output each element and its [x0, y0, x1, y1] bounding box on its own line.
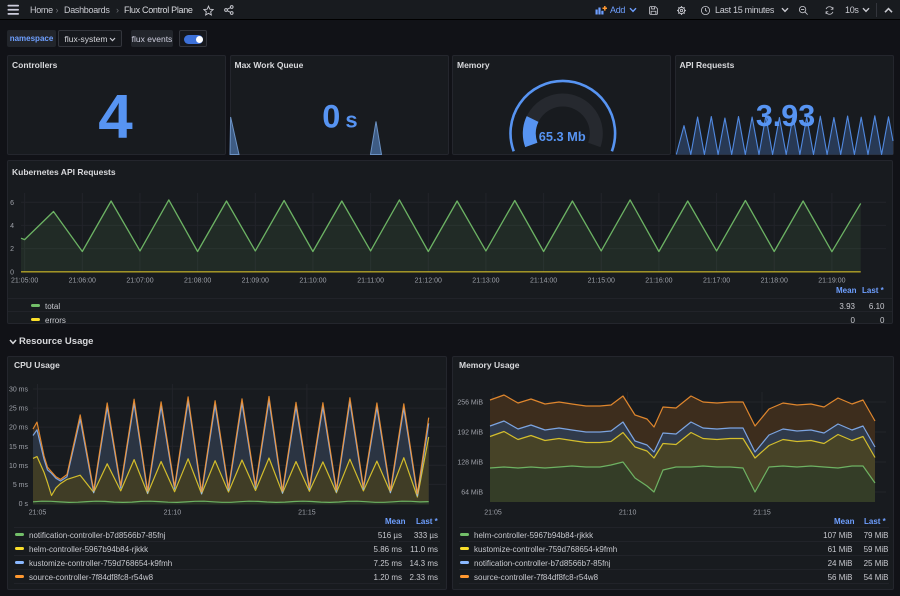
svg-text:20 ms: 20 ms: [9, 425, 29, 432]
svg-text:21:13:00: 21:13:00: [472, 278, 499, 285]
svg-text:5 ms: 5 ms: [13, 482, 29, 489]
svg-text:21:07:00: 21:07:00: [126, 278, 153, 285]
svg-text:2: 2: [10, 246, 14, 253]
svg-text:21:11:00: 21:11:00: [357, 278, 384, 285]
svg-text:21:15: 21:15: [753, 510, 771, 517]
svg-text:128 MiB: 128 MiB: [457, 460, 483, 467]
svg-text:21:16:00: 21:16:00: [645, 278, 672, 285]
svg-text:21:10:00: 21:10:00: [299, 278, 326, 285]
svg-text:25 ms: 25 ms: [9, 406, 29, 413]
svg-text:10 ms: 10 ms: [9, 463, 29, 470]
svg-text:21:08:00: 21:08:00: [184, 278, 211, 285]
svg-text:21:17:00: 21:17:00: [703, 278, 730, 285]
svg-text:21:05: 21:05: [29, 510, 47, 517]
svg-text:21:05: 21:05: [484, 510, 502, 517]
svg-text:0s: 0s: [322, 98, 357, 134]
svg-text:4: 4: [10, 223, 14, 230]
svg-text:21:06:00: 21:06:00: [69, 278, 96, 285]
svg-text:21:10: 21:10: [164, 510, 182, 517]
svg-text:21:19:00: 21:19:00: [818, 278, 845, 285]
svg-text:256 MiB: 256 MiB: [457, 400, 483, 407]
svg-text:21:18:00: 21:18:00: [761, 278, 788, 285]
svg-text:21:10: 21:10: [619, 510, 637, 517]
svg-text:15 ms: 15 ms: [9, 444, 29, 451]
svg-text:21:15: 21:15: [298, 510, 316, 517]
svg-text:21:14:00: 21:14:00: [530, 278, 557, 285]
svg-text:6: 6: [10, 200, 14, 207]
svg-text:3.93: 3.93: [756, 99, 815, 133]
svg-text:30 ms: 30 ms: [9, 387, 29, 394]
svg-text:21:09:00: 21:09:00: [242, 278, 269, 285]
svg-text:0 s: 0 s: [19, 501, 29, 508]
svg-text:64 MiB: 64 MiB: [461, 490, 483, 497]
svg-text:21:05:00: 21:05:00: [11, 278, 38, 285]
svg-text:4: 4: [98, 82, 133, 151]
svg-text:192 MiB: 192 MiB: [457, 430, 483, 437]
svg-text:21:15:00: 21:15:00: [588, 278, 615, 285]
svg-text:0: 0: [10, 269, 14, 276]
svg-text:21:12:00: 21:12:00: [415, 278, 442, 285]
svg-text:65.3 Mb: 65.3 Mb: [539, 129, 586, 144]
